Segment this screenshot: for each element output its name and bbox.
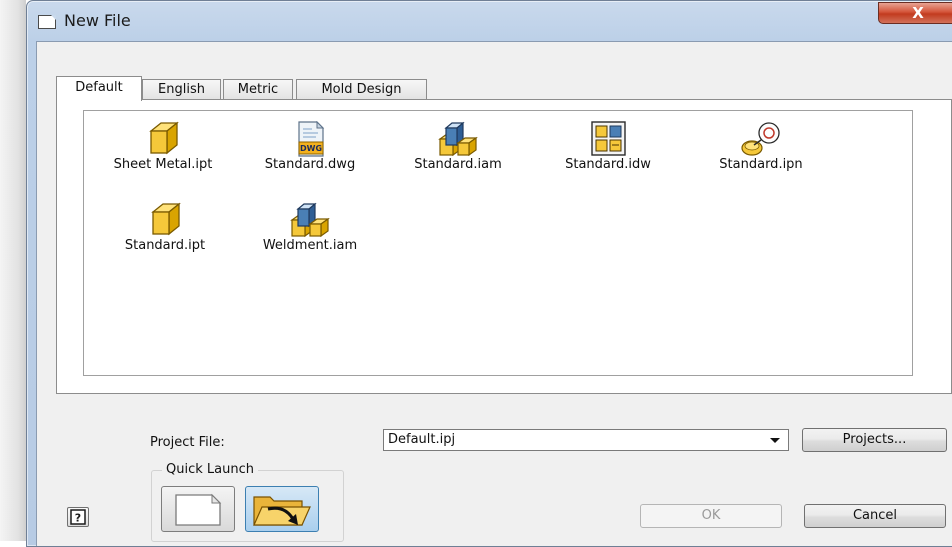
file-label: Standard.dwg <box>264 157 356 172</box>
close-button[interactable]: X <box>878 2 952 24</box>
file-label: Standard.iam <box>414 157 502 172</box>
file-label: Standard.idw <box>565 157 651 172</box>
svg-text:DWG: DWG <box>300 144 322 153</box>
file-item-standard-ipn[interactable]: Standard.ipn <box>686 121 836 172</box>
svg-text:?: ? <box>75 512 81 525</box>
project-file-value: Default.ipj <box>388 432 456 447</box>
file-label: Weldment.iam <box>262 238 358 253</box>
tab-default[interactable]: Default <box>56 76 142 101</box>
project-file-label: Project File: <box>150 435 225 450</box>
document-icon <box>38 15 56 29</box>
drawing-icon <box>591 121 626 156</box>
quick-launch-group: Quick Launch <box>151 462 344 542</box>
dialog-body: Default English Metric Mold Design Sheet… <box>36 41 952 546</box>
part-icon <box>151 202 181 236</box>
project-file-dropdown[interactable]: Default.ipj <box>383 429 789 451</box>
assembly-icon <box>438 121 478 157</box>
tab-metric[interactable]: Metric <box>223 79 293 99</box>
dwg-icon: DWG <box>298 121 325 157</box>
file-label: Standard.ipt <box>124 238 206 253</box>
assembly-icon <box>290 202 330 238</box>
file-item-weldment-iam[interactable]: Weldment.iam <box>239 202 381 253</box>
dialog-title: New File <box>64 11 131 30</box>
quick-launch-new-button[interactable] <box>161 486 235 532</box>
file-item-standard-iam[interactable]: Standard.iam <box>384 121 532 172</box>
new-file-dialog: New File X Default English Metric Mold D… <box>26 0 952 547</box>
ok-button[interactable]: OK <box>640 504 782 528</box>
quick-launch-label: Quick Launch <box>162 462 258 477</box>
file-item-standard-dwg[interactable]: DWG Standard.dwg <box>242 121 378 172</box>
tab-mold-design[interactable]: Mold Design <box>296 79 427 99</box>
file-label: Sheet Metal.ipt <box>113 157 213 172</box>
help-button[interactable]: ? <box>67 507 89 527</box>
chevron-down-icon[interactable] <box>770 438 780 443</box>
title-bar[interactable]: New File X <box>27 1 952 41</box>
template-file-list: Sheet Metal.ipt DWG Standard.dwg Standar… <box>83 110 913 376</box>
projects-button[interactable]: Projects... <box>802 428 947 452</box>
part-icon <box>149 121 179 155</box>
file-item-standard-idw[interactable]: Standard.idw <box>536 121 680 172</box>
file-item-sheet-metal-ipt[interactable]: Sheet Metal.ipt <box>87 121 239 172</box>
cancel-button[interactable]: Cancel <box>804 504 946 528</box>
open-folder-icon <box>253 496 311 526</box>
help-icon: ? <box>70 509 86 525</box>
quick-launch-open-button[interactable] <box>245 486 319 532</box>
background-edge <box>0 0 26 541</box>
presentation-icon <box>741 122 780 156</box>
tab-panel-default: Sheet Metal.ipt DWG Standard.dwg Standar… <box>56 99 952 394</box>
file-item-standard-ipt[interactable]: Standard.ipt <box>94 202 236 253</box>
tab-english[interactable]: English <box>142 79 221 99</box>
file-label: Standard.ipn <box>719 157 803 172</box>
new-document-icon <box>175 493 222 526</box>
